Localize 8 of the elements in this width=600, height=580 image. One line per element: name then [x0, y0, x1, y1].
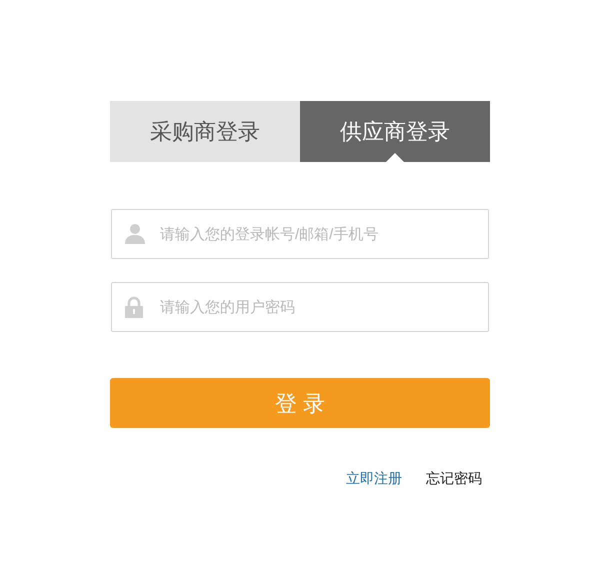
login-tab[interactable]: 供应商登录 — [300, 101, 490, 162]
lock-icon — [124, 296, 144, 318]
input-field[interactable]: 请输入您的登录帐号/邮箱/手机号 — [111, 209, 489, 259]
person-icon — [124, 223, 146, 245]
link[interactable]: 忘记密码 — [426, 468, 482, 489]
login-tab[interactable]: 采购商登录 — [110, 101, 300, 162]
input-field[interactable]: 请输入您的用户密码 — [111, 282, 489, 332]
link[interactable]: 立即注册 — [346, 468, 402, 489]
